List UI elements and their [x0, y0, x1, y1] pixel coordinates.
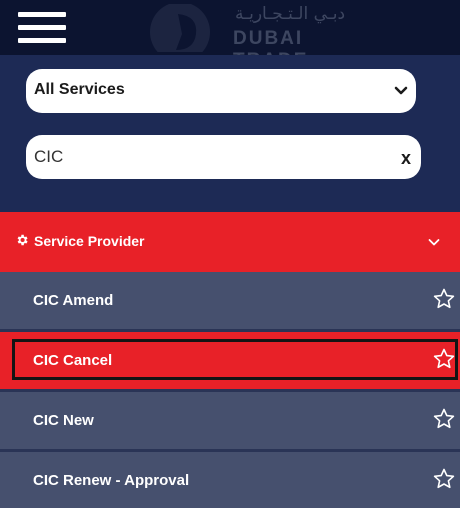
filter-panel: All Services x	[0, 55, 460, 212]
service-type-select-value: All Services	[34, 81, 125, 98]
service-item-label: CIC New	[33, 412, 94, 429]
dubai-trade-logo: دبـي الـتـجـاريـة DUBAI TRADE	[140, 4, 380, 71]
search-input[interactable]	[34, 141, 364, 173]
service-item-label: CIC Renew - Approval	[33, 472, 190, 489]
service-item-cic-amend[interactable]: CIC Amend	[0, 272, 460, 332]
gear-icon	[17, 234, 28, 246]
service-item-label: CIC Cancel	[33, 352, 113, 369]
service-item-cic-renew-approval[interactable]: CIC Renew - Approval	[0, 452, 460, 508]
service-type-select[interactable]: All Services	[26, 69, 416, 113]
service-item-cic-cancel[interactable]: CIC Cancel	[0, 332, 460, 392]
service-item-cic-new[interactable]: CIC New	[0, 392, 460, 452]
star-favorite-icon[interactable]	[432, 467, 456, 491]
top-bar: دبـي الـتـجـاريـة DUBAI TRADE	[0, 0, 460, 71]
category-header-service-provider[interactable]: Service Provider	[0, 212, 460, 272]
chevron-down-icon	[394, 86, 408, 95]
star-favorite-icon[interactable]	[432, 347, 456, 371]
chevron-down-icon	[428, 239, 440, 246]
category-label: Service Provider	[34, 233, 145, 249]
logo-arabic-text: دبـي الـتـجـاريـة	[235, 4, 346, 24]
star-favorite-icon[interactable]	[432, 287, 456, 311]
service-item-label: CIC Amend	[33, 292, 114, 309]
search-field: x	[26, 135, 421, 179]
star-favorite-icon[interactable]	[432, 407, 456, 431]
clear-search-button[interactable]: x	[401, 148, 411, 169]
hamburger-menu-icon[interactable]	[18, 8, 68, 48]
app-root: دبـي الـتـجـاريـة DUBAI TRADE All Servic…	[0, 0, 460, 508]
logo-mark-icon	[150, 4, 210, 52]
